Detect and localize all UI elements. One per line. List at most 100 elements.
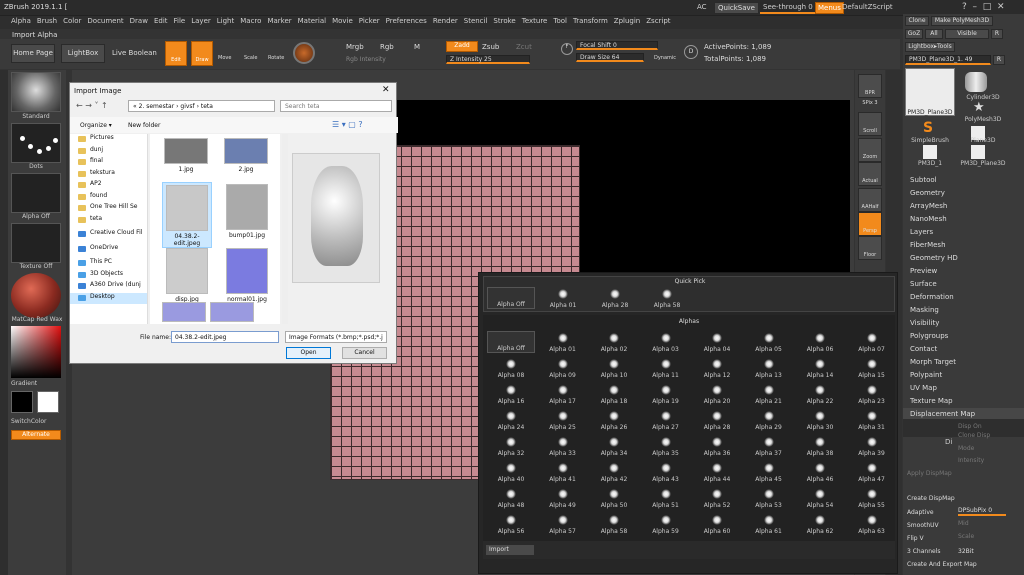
palette-preview[interactable]: Preview (903, 265, 1024, 278)
zcut-button[interactable]: Zcut (516, 43, 532, 51)
tool-persp-button[interactable]: Persp (858, 212, 882, 236)
alpha-cell[interactable]: Alpha 40 (487, 461, 535, 483)
alpha-cell[interactable]: Alpha 47 (848, 461, 896, 483)
32bit-button[interactable]: 32Bit (958, 548, 974, 555)
secondary-color-swatch[interactable] (37, 391, 59, 413)
alpha-cell[interactable]: Alpha 34 (590, 435, 638, 457)
tree-item-onedrive[interactable]: OneDrive (70, 244, 147, 256)
alpha-cell[interactable]: Alpha 02 (590, 331, 638, 353)
palette-geometry[interactable]: Geometry (903, 187, 1024, 200)
tool-zoom-button[interactable]: Zoom (858, 138, 882, 162)
file-thumbnail[interactable] (162, 302, 206, 322)
palette-nanomesh[interactable]: NanoMesh (903, 213, 1024, 226)
menus-button[interactable]: Menus (815, 2, 844, 14)
alpha-cell[interactable]: Alpha 16 (487, 383, 535, 405)
create-dispmap-button[interactable]: Create DispMap (907, 495, 955, 502)
tree-item-final[interactable]: final (70, 157, 147, 169)
search-input[interactable]: Search teta (280, 100, 392, 112)
tool-scroll-button[interactable]: Scroll (858, 112, 882, 136)
file-item[interactable]: normal01.jpg (222, 246, 272, 303)
mode-button[interactable]: Mode (958, 445, 974, 452)
file-item[interactable]: 2.jpg (222, 136, 270, 173)
menu-material[interactable]: Material (298, 16, 326, 25)
mid-slider[interactable]: Mid (958, 520, 969, 527)
alpha-cell[interactable]: Alpha 18 (590, 383, 638, 405)
mrgb-button[interactable]: Mrgb (346, 43, 364, 51)
alpha-cell[interactable]: Alpha 62 (796, 513, 844, 535)
open-button[interactable]: Open (286, 347, 331, 359)
flip-v-button[interactable]: Flip V (907, 535, 924, 542)
menu-preferences[interactable]: Preferences (386, 16, 427, 25)
file-type-select[interactable]: Image Formats (*.bmp;*.psd;*.j (285, 331, 387, 343)
default-zscript-button[interactable]: DefaultZScript (842, 3, 893, 11)
alpha-cell[interactable]: Alpha 31 (848, 409, 896, 431)
alpha-cell[interactable]: Alpha 45 (745, 461, 793, 483)
alpha-cell[interactable]: Alpha 58 (643, 287, 691, 309)
path-bar[interactable]: « 2. semestar › givsf › teta (128, 100, 275, 112)
alpha-cell[interactable]: Alpha 61 (745, 513, 793, 535)
alpha-cell[interactable]: Alpha 63 (848, 513, 896, 535)
alpha-cell[interactable]: Alpha 43 (642, 461, 690, 483)
organize-button[interactable]: Organize ▾ (80, 122, 112, 129)
alpha-cell[interactable]: Alpha 56 (487, 513, 535, 535)
menu-brush[interactable]: Brush (37, 16, 57, 25)
z-intensity-slider[interactable]: Z Intensity 25 (446, 55, 530, 64)
visible-button[interactable]: Visible (945, 29, 989, 39)
smoothuv-button[interactable]: SmoothUV (907, 522, 939, 529)
alpha-cell[interactable]: Alpha 50 (590, 487, 638, 509)
alpha-cell[interactable]: Alpha Off (487, 287, 535, 309)
texture-off-thumb[interactable] (11, 223, 61, 263)
alpha-cell[interactable]: Alpha 28 (591, 287, 639, 309)
alpha-cell[interactable]: Alpha 30 (796, 409, 844, 431)
alpha-cell[interactable]: Alpha 01 (539, 287, 587, 309)
alpha-cell[interactable]: Alpha 35 (642, 435, 690, 457)
goz-button[interactable]: GoZ (905, 29, 923, 39)
file-item[interactable]: bump01.jpg (222, 182, 272, 239)
focal-shift-slider[interactable]: Focal Shift 0 (576, 41, 658, 50)
menu-light[interactable]: Light (217, 16, 234, 25)
alpha-cell[interactable]: Alpha Off (487, 331, 535, 353)
tree-item-one-tree-hill-se[interactable]: One Tree Hill Se (70, 203, 147, 215)
menu-tool[interactable]: Tool (553, 16, 567, 25)
palette-visibility[interactable]: Visibility (903, 317, 1024, 330)
menu-edit[interactable]: Edit (154, 16, 168, 25)
alpha-cell[interactable]: Alpha 46 (796, 461, 844, 483)
file-item[interactable]: disp.jpg (162, 246, 212, 303)
file-thumbnail[interactable] (210, 302, 254, 322)
menu-transform[interactable]: Transform (573, 16, 608, 25)
edit-button[interactable]: Edit (165, 41, 187, 66)
matcap-red-wax-thumb[interactable] (11, 273, 61, 318)
import-button[interactable]: Import (485, 544, 535, 556)
alpha-cell[interactable]: Alpha 15 (848, 357, 896, 379)
rgb-intensity-slider[interactable]: Rgb Intensity (346, 56, 386, 63)
zadd-button[interactable]: Zadd (446, 41, 478, 52)
tool-floor-button[interactable]: Floor (858, 236, 882, 260)
cylinder-icon[interactable] (965, 72, 987, 92)
menu-stroke[interactable]: Stroke (493, 16, 515, 25)
tree-item-ap2[interactable]: AP2 (70, 180, 147, 192)
tree-item-tekstura[interactable]: tekstura (70, 169, 147, 181)
alpha-cell[interactable]: Alpha 38 (796, 435, 844, 457)
file-item[interactable]: 1.jpg (162, 136, 210, 173)
alpha-cell[interactable]: Alpha 33 (539, 435, 587, 457)
3-channels-button[interactable]: 3 Channels (907, 548, 940, 555)
quicksave-button[interactable]: QuickSave (714, 2, 759, 14)
pm3d-1-icon[interactable] (923, 145, 937, 159)
tree-item-dunj[interactable]: dunj (70, 146, 147, 158)
left-scroll-strip[interactable] (0, 70, 8, 575)
alpha-cell[interactable]: Alpha 41 (539, 461, 587, 483)
lightbox-tools-button[interactable]: Lightbox▸Tools (905, 42, 955, 52)
alpha-cell[interactable]: Alpha 01 (539, 331, 587, 353)
alpha-cell[interactable]: Alpha 08 (487, 357, 535, 379)
move-button[interactable]: Move (218, 55, 231, 61)
window-controls[interactable]: ? – □ ✕ (962, 2, 1005, 12)
palette-polypaint[interactable]: Polypaint (903, 369, 1024, 382)
all-button[interactable]: All (925, 29, 943, 39)
palette-deformation[interactable]: Deformation (903, 291, 1024, 304)
clone-disp-button[interactable]: Clone Disp (958, 432, 990, 439)
dpsubpix-slider[interactable]: DPSubPix 0 (958, 507, 1006, 516)
simplebrush-icon[interactable]: S (923, 120, 933, 136)
scale-button[interactable]: Scale (244, 55, 257, 61)
new-folder-button[interactable]: New folder (128, 122, 160, 129)
menu-layer[interactable]: Layer (191, 16, 211, 25)
